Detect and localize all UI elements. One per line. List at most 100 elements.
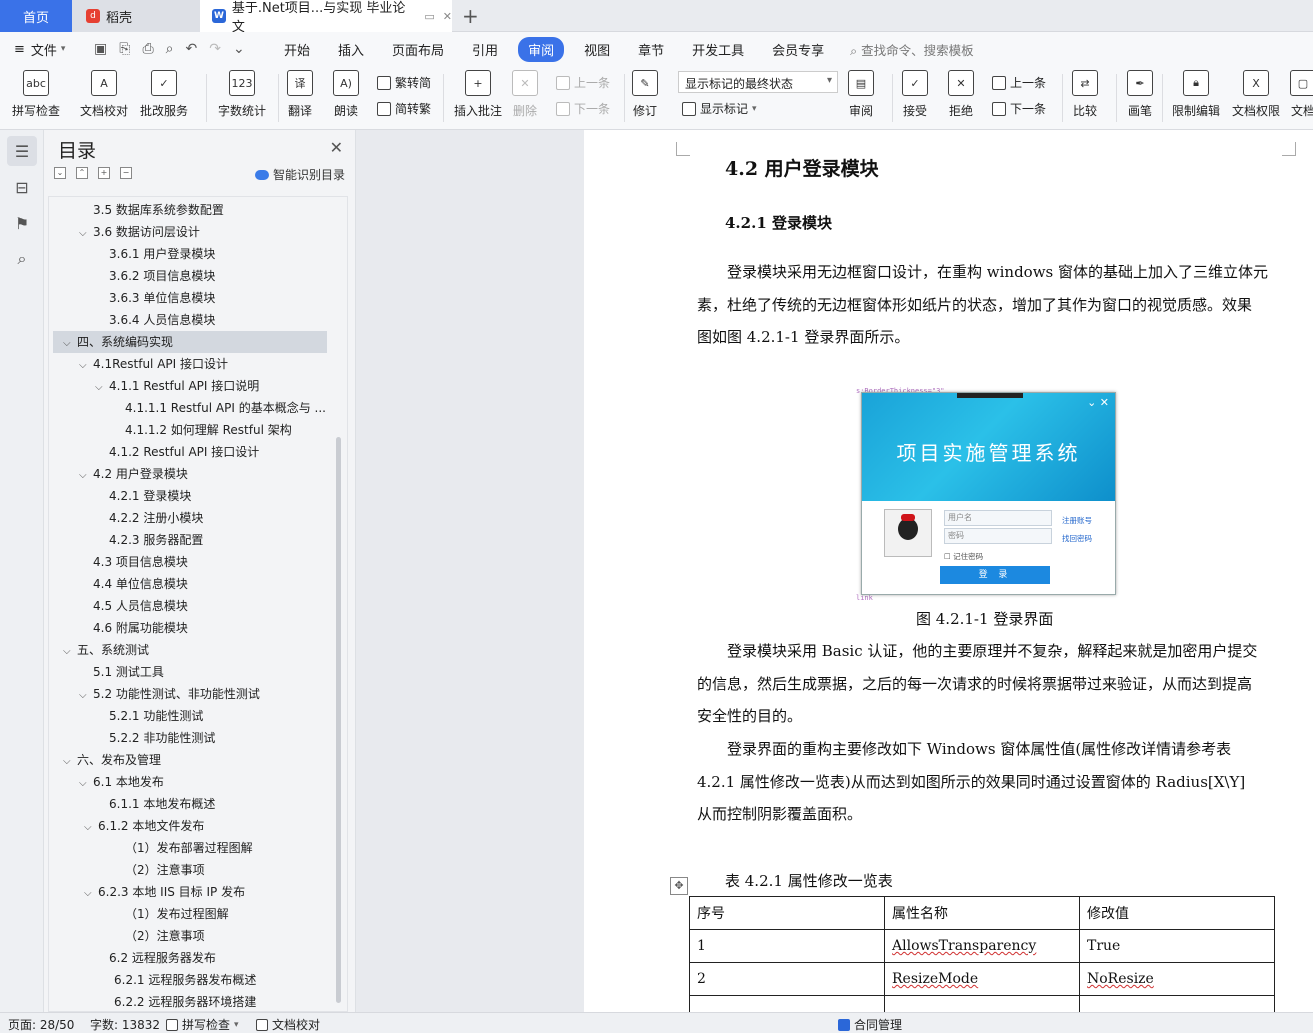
chevron-down-icon[interactable]: ⌵: [63, 641, 77, 663]
table-move-icon[interactable]: ✥: [670, 877, 688, 895]
table-header-cell[interactable]: 修改值: [1079, 896, 1275, 930]
chevron-down-icon[interactable]: ⌵: [95, 377, 109, 399]
toc-item[interactable]: 4.2.1 登录模块: [95, 485, 191, 507]
toc-item[interactable]: 3.6.4 人员信息模块: [95, 309, 215, 331]
page-indicator[interactable]: 页面: 28/50: [8, 1016, 74, 1033]
paragraph[interactable]: 登录模块采用无边框窗口设计，在重构 windows 窗体的基础上加入了三维立体元…: [697, 256, 1268, 354]
simp-to-trad-button[interactable]: 简转繁: [377, 100, 431, 117]
remove-heading-icon[interactable]: −: [120, 167, 132, 179]
toc-item[interactable]: （1）发布过程图解: [111, 903, 229, 925]
file-menu[interactable]: ≡ 文件 ▾: [0, 40, 90, 59]
toc-item[interactable]: 6.2 远程服务器发布: [95, 947, 216, 969]
toc-item[interactable]: ⌵ 6.1.2 本地文件发布: [84, 815, 204, 837]
expand-up-icon[interactable]: ⌃: [76, 167, 88, 179]
toc-item[interactable]: 4.1.1.1 Restful API 的基本概念与 ...: [111, 397, 326, 419]
toc-item[interactable]: 4.1.2 Restful API 接口设计: [95, 441, 259, 463]
login-screenshot-figure[interactable]: ⌄ ✕ 项目实施管理系统 用户名 密码 注册账号 找回密码 ☐ 记住密码 登 录: [861, 392, 1116, 595]
spell-check-button[interactable]: abc 拼写检查: [12, 70, 60, 119]
translate-button[interactable]: 译翻译: [287, 70, 313, 119]
chevron-down-icon[interactable]: ⌵: [79, 465, 93, 487]
review-pane-button[interactable]: ▤ 审阅: [848, 70, 874, 119]
spell-check-status[interactable]: 拼写检查 ▾: [166, 1016, 239, 1033]
menu-insert[interactable]: 插入: [324, 40, 378, 59]
menu-view[interactable]: 视图: [570, 40, 624, 59]
chevron-down-icon[interactable]: ⌵: [79, 685, 93, 707]
toc-item[interactable]: 3.5 数据库系统参数配置: [79, 199, 224, 221]
markup-state-select[interactable]: 显示标记的最终状态: [678, 71, 838, 93]
menu-layout[interactable]: 页面布局: [378, 40, 458, 59]
toc-panel-icon[interactable]: ☰: [7, 136, 37, 166]
toc-item[interactable]: 4.2.3 服务器配置: [95, 529, 203, 551]
add-heading-icon[interactable]: +: [98, 167, 110, 179]
delete-comment-button[interactable]: ✕ 删除: [512, 70, 538, 119]
toc-item[interactable]: ⌵ 6.1 本地发布: [79, 771, 164, 793]
menu-chapter[interactable]: 章节: [624, 40, 678, 59]
subsection-heading[interactable]: 4.2.1 登录模块: [725, 212, 832, 233]
toc-scrollbar[interactable]: [336, 437, 341, 1003]
toc-item[interactable]: 4.1.1.2 如何理解 Restful 架构: [111, 419, 292, 441]
toc-item[interactable]: 6.1.1 本地发布概述: [95, 793, 215, 815]
toc-item[interactable]: ⌵ 四、系统编码实现: [53, 331, 327, 353]
tab-wk[interactable]: d 稻壳: [72, 0, 200, 32]
doc-more-button[interactable]: ▢ 文档: [1290, 70, 1313, 119]
section-heading[interactable]: 4.2 用户登录模块: [725, 154, 879, 181]
proof-status[interactable]: 文档校对: [256, 1016, 320, 1033]
reject-button[interactable]: ✕ 拒绝: [948, 70, 974, 119]
word-count-status[interactable]: 字数: 13832: [90, 1016, 160, 1033]
toc-item[interactable]: ⌵ 4.1Restful API 接口设计: [79, 353, 228, 375]
toc-item[interactable]: 6.2.2 远程服务器环境搭建: [100, 991, 256, 1011]
toc-item[interactable]: （1）发布部署过程图解: [111, 837, 253, 859]
table-cell[interactable]: [689, 995, 885, 1012]
table-cell[interactable]: NoResize: [1079, 962, 1275, 996]
menu-dev-tools[interactable]: 开发工具: [678, 40, 758, 59]
toc-item[interactable]: ⌵ 3.6 数据访问层设计: [79, 221, 200, 243]
toc-item[interactable]: 4.3 项目信息模块: [79, 551, 188, 573]
table-header-cell[interactable]: 属性名称: [884, 896, 1080, 930]
compare-button[interactable]: ⇄ 比较: [1072, 70, 1098, 119]
restrict-edit-button[interactable]: 🔒︎ 限制编辑: [1172, 70, 1220, 119]
show-markup-button[interactable]: 显示标记 ▾: [682, 100, 757, 117]
contract-manage-button[interactable]: 合同管理: [838, 1016, 902, 1033]
chevron-down-icon[interactable]: ⌵: [79, 773, 93, 795]
tab-document[interactable]: W 基于.Net项目...与实现 毕业论文 ▭ ✕: [200, 0, 452, 35]
table-cell[interactable]: True: [1079, 929, 1275, 963]
accept-button[interactable]: ✓ 接受: [902, 70, 928, 119]
toc-item[interactable]: 5.2.2 非功能性测试: [95, 727, 215, 749]
new-tab-icon[interactable]: +: [462, 4, 479, 28]
toc-item[interactable]: ⌵ 6.2.3 本地 IIS 目标 IP 发布: [84, 881, 245, 903]
table-cell[interactable]: ResizeMode: [884, 962, 1080, 996]
toc-item[interactable]: 5.2.1 功能性测试: [95, 705, 203, 727]
toc-item[interactable]: ⌵ 六、发布及管理: [63, 749, 161, 771]
print-icon[interactable]: ⎙: [142, 41, 153, 57]
toc-item[interactable]: ⌵ 4.1.1 Restful API 接口说明: [95, 375, 259, 397]
menu-member[interactable]: 会员专享: [758, 40, 838, 59]
table-cell[interactable]: 2: [689, 962, 885, 996]
collapse-all-icon[interactable]: ⌄: [54, 167, 66, 179]
toc-item[interactable]: 3.6.3 单位信息模块: [95, 287, 215, 309]
insert-comment-button[interactable]: + 插入批注: [454, 70, 502, 119]
toc-item[interactable]: ⌵ 五、系统测试: [63, 639, 149, 661]
toc-item[interactable]: 4.4 单位信息模块: [79, 573, 188, 595]
toc-item[interactable]: （2）注意事项: [111, 925, 205, 947]
chevron-down-icon[interactable]: ⌵: [63, 333, 77, 355]
prev-comment-button[interactable]: 上一条: [556, 74, 610, 91]
undo-icon[interactable]: ↶: [185, 41, 197, 57]
toc-item[interactable]: 6.2.1 远程服务器发布概述: [100, 969, 256, 991]
doc-rights-button[interactable]: X 文档权限: [1232, 70, 1280, 119]
table-cell[interactable]: AllowsTransparency: [884, 929, 1080, 963]
batch-service-button[interactable]: ✓ 批改服务: [140, 70, 188, 119]
chevron-down-icon[interactable]: ⌵: [63, 751, 77, 773]
word-count-button[interactable]: 123 字数统计: [218, 70, 266, 119]
export-icon[interactable]: ⎘: [119, 41, 130, 57]
toc-item[interactable]: ⌵ 4.2 用户登录模块: [79, 463, 188, 485]
toc-item[interactable]: ⌵ 5.2 功能性测试、非功能性测试: [79, 683, 260, 705]
table-cell[interactable]: [1079, 995, 1275, 1012]
nav-pane-icon[interactable]: ⊟: [7, 172, 37, 202]
bookmark-icon[interactable]: ⚑: [7, 208, 37, 238]
menu-review[interactable]: 审阅: [518, 36, 565, 62]
paragraph[interactable]: 登录模块采用 Basic 认证，他的主要原理并不复杂，解释起来就是加密用户提交 …: [697, 635, 1257, 733]
command-search[interactable]: ⌕ 查找命令、搜索模板: [850, 40, 974, 59]
search-icon[interactable]: ⌕: [7, 244, 37, 274]
table-header-cell[interactable]: 序号: [689, 896, 885, 930]
tab-close-icon[interactable]: ✕: [443, 10, 452, 23]
